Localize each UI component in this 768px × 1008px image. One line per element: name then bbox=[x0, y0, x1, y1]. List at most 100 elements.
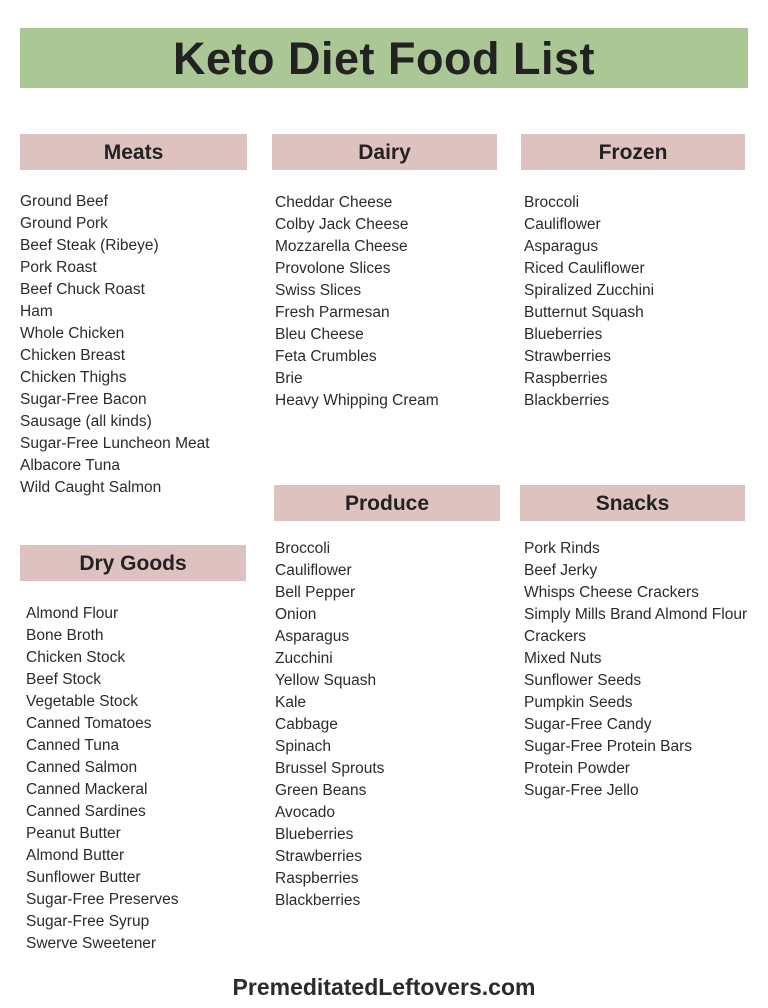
list-item: Bleu Cheese bbox=[275, 326, 364, 343]
list-item: Albacore Tuna bbox=[20, 457, 120, 474]
list-item: Wild Caught Salmon bbox=[20, 479, 162, 496]
section-header-dry-goods: Dry Goods bbox=[20, 545, 246, 581]
list-item: Spinach bbox=[275, 738, 332, 755]
section-header-produce: Produce bbox=[274, 485, 500, 521]
list-item: Whisps Cheese Crackers bbox=[524, 584, 699, 601]
list-item: Sugar-Free Protein Bars bbox=[524, 738, 692, 755]
item-list-snacks: Pork Rinds Beef Jerky Whisps Cheese Cracke… bbox=[524, 538, 758, 802]
list-item: Almond Flour bbox=[26, 605, 119, 622]
list-item: Canned Tuna bbox=[26, 737, 120, 754]
list-item: Green Beans bbox=[275, 782, 367, 799]
list-item: Chicken Stock bbox=[26, 649, 126, 666]
list-item: Pork Rinds bbox=[524, 540, 600, 557]
list-item: Sunflower Seeds bbox=[524, 672, 642, 689]
list-item: Almond Butter bbox=[26, 847, 125, 864]
list-item: Sugar-Free Candy bbox=[524, 716, 652, 733]
list-item: Blueberries bbox=[275, 826, 354, 843]
section-title-meats: Meats bbox=[103, 140, 164, 164]
list-item: Sugar-Free Luncheon Meat bbox=[20, 435, 210, 452]
list-item: Peanut Butter bbox=[26, 825, 121, 842]
list-item: Riced Cauliflower bbox=[524, 260, 645, 277]
list-item: Blackberries bbox=[275, 892, 361, 909]
list-item: Blueberries bbox=[524, 326, 603, 343]
list-item: Asparagus bbox=[275, 628, 350, 645]
list-item: Canned Mackeral bbox=[26, 781, 148, 798]
section-header-dairy: Dairy bbox=[272, 134, 497, 170]
section-header-frozen: Frozen bbox=[521, 134, 745, 170]
footer: PremeditatedLeftovers.com bbox=[0, 974, 768, 1002]
list-item: Fresh Parmesan bbox=[275, 304, 390, 321]
list-item: Heavy Whipping Cream bbox=[275, 392, 439, 409]
list-item: Beef Chuck Roast bbox=[20, 281, 145, 298]
list-item: Whole Chicken bbox=[20, 325, 125, 342]
list-item: Blackberries bbox=[524, 392, 610, 409]
list-item: Swiss Slices bbox=[275, 282, 362, 299]
page-title: Keto Diet Food List bbox=[173, 32, 595, 84]
list-item: Cauliflower bbox=[275, 562, 352, 579]
list-item: Chicken Breast bbox=[20, 347, 126, 364]
section-title-frozen: Frozen bbox=[598, 140, 668, 164]
list-item: Canned Sardines bbox=[26, 803, 146, 820]
list-item: Canned Salmon bbox=[26, 759, 138, 776]
list-item: Sunflower Butter bbox=[26, 869, 141, 886]
item-list-frozen: Broccoli Cauliflower Asparagus Riced Caulif… bbox=[524, 192, 759, 412]
list-item: Protein Powder bbox=[524, 760, 630, 777]
list-item: Yellow Squash bbox=[275, 672, 377, 689]
list-item: Onion bbox=[275, 606, 317, 623]
list-item: Mozzarella Cheese bbox=[275, 238, 408, 255]
list-item: Feta Crumbles bbox=[275, 348, 377, 365]
list-item: Cheddar Cheese bbox=[275, 194, 393, 211]
section-title-produce: Produce bbox=[344, 491, 430, 515]
page-title-banner: Keto Diet Food List bbox=[20, 28, 748, 88]
list-item: Ground Beef bbox=[20, 193, 108, 210]
list-item: Mixed Nuts bbox=[524, 650, 602, 667]
list-item: Canned Tomatoes bbox=[26, 715, 152, 732]
list-item: Swerve Sweetener bbox=[26, 935, 157, 952]
list-item: Cabbage bbox=[275, 716, 338, 733]
list-item: Zucchini bbox=[275, 650, 333, 667]
list-item: Broccoli bbox=[524, 194, 580, 211]
list-item: Sugar-Free Bacon bbox=[20, 391, 147, 408]
list-item: Sugar-Free Preserves bbox=[26, 891, 179, 908]
list-item: Broccoli bbox=[275, 540, 331, 557]
list-item: Pumpkin Seeds bbox=[524, 694, 633, 711]
list-item: Kale bbox=[275, 694, 307, 711]
list-item: Bell Pepper bbox=[275, 584, 356, 601]
list-item: Beef Stock bbox=[26, 671, 101, 688]
list-item: Strawberries bbox=[275, 848, 362, 865]
list-item: Ground Pork bbox=[20, 215, 108, 232]
list-item: Beef Jerky bbox=[524, 562, 598, 579]
list-item: Vegetable Stock bbox=[26, 693, 139, 710]
list-item: Sugar-Free Syrup bbox=[26, 913, 150, 930]
list-item: Brie bbox=[275, 370, 303, 387]
list-item: Pork Roast bbox=[20, 259, 97, 276]
section-title-snacks: Snacks bbox=[595, 491, 670, 515]
list-item: Raspberries bbox=[524, 370, 608, 387]
section-title-dry-goods: Dry Goods bbox=[79, 551, 187, 575]
list-item: Chicken Thighs bbox=[20, 369, 127, 386]
list-item: Simply Mills Brand Almond Flour Crackers bbox=[524, 606, 748, 645]
list-item: Sausage (all kinds) bbox=[20, 413, 152, 430]
list-item: Brussel Sprouts bbox=[275, 760, 385, 777]
list-item: Strawberries bbox=[524, 348, 611, 365]
item-list-meats: Ground Beef Ground Pork Beef Steak (Ribeye… bbox=[20, 191, 260, 499]
section-header-meats: Meats bbox=[20, 134, 247, 170]
list-item: Avocado bbox=[275, 804, 336, 821]
list-item: Provolone Slices bbox=[275, 260, 391, 277]
section-header-snacks: Snacks bbox=[520, 485, 745, 521]
list-item: Raspberries bbox=[275, 870, 359, 887]
list-item: Sugar-Free Jello bbox=[524, 782, 639, 799]
list-item: Asparagus bbox=[524, 238, 599, 255]
list-item: Cauliflower bbox=[524, 216, 601, 233]
list-item: Beef Steak (Ribeye) bbox=[20, 237, 159, 254]
list-item: Spiralized Zucchini bbox=[524, 282, 655, 299]
list-item: Ham bbox=[20, 303, 53, 320]
list-item: Colby Jack Cheese bbox=[275, 216, 409, 233]
section-title-dairy: Dairy bbox=[358, 140, 411, 164]
item-list-produce: Broccoli Cauliflower Bell Pepper Onion Aspar… bbox=[275, 538, 505, 912]
footer-site-name: PremeditatedLeftovers.com bbox=[232, 974, 536, 1000]
item-list-dairy: Cheddar Cheese Colby Jack Cheese Mozzarell… bbox=[275, 192, 510, 412]
item-list-dry-goods: Almond Flour Bone Broth Chicken Stock Beef … bbox=[26, 603, 266, 955]
list-item: Butternut Squash bbox=[524, 304, 644, 321]
list-item: Bone Broth bbox=[26, 627, 104, 644]
